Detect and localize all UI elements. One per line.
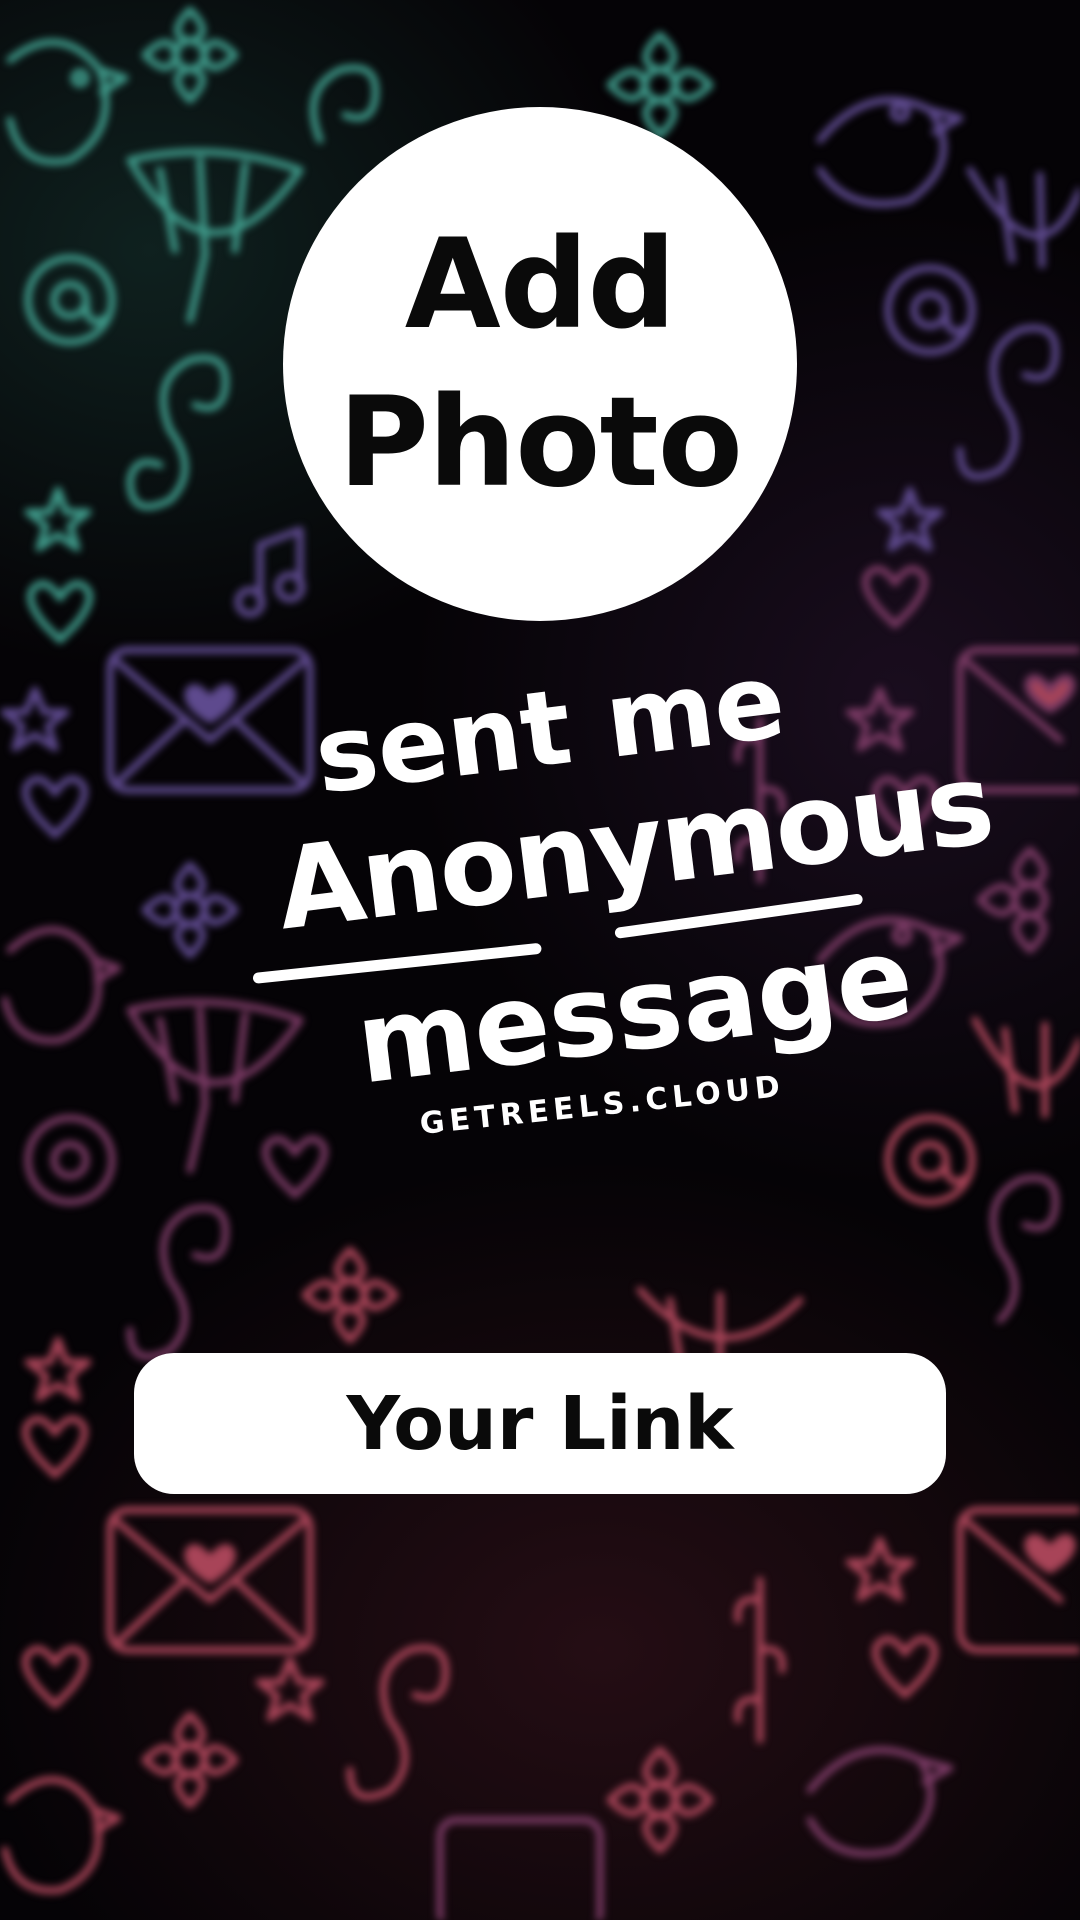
swirl-icon <box>734 1576 786 1744</box>
flower-icon <box>141 6 239 104</box>
heart-icon <box>27 580 93 644</box>
star-icon <box>24 1336 92 1402</box>
at-sign-icon <box>884 1114 976 1206</box>
flower-icon <box>606 31 714 139</box>
flower-icon <box>126 148 304 324</box>
swirl-icon <box>346 1644 450 1801</box>
add-photo-button[interactable]: Add Photo <box>283 107 797 621</box>
story-canvas: Add Photo sent me Anonymous message GETR… <box>0 0 1080 1920</box>
heart-icon <box>872 1635 938 1699</box>
bird-icon <box>6 38 129 166</box>
heart-icon <box>22 1645 88 1709</box>
swirl-icon <box>126 354 230 511</box>
flower-icon <box>301 1246 399 1344</box>
star-icon <box>876 486 944 552</box>
envelope-icon <box>436 1816 604 1920</box>
your-link-button[interactable]: Your Link <box>134 1353 946 1494</box>
bird-icon <box>1 1776 122 1894</box>
flower-icon <box>141 1711 239 1809</box>
swirl-icon <box>309 64 380 144</box>
at-sign-icon <box>24 1114 116 1206</box>
headline: sent me Anonymous message GETREELS.CLOUD <box>240 639 999 1210</box>
flower-icon <box>966 166 1080 269</box>
headline-line-3: message <box>350 912 920 1110</box>
music-note-icon <box>234 526 306 618</box>
bird-icon <box>1 926 122 1044</box>
flower-icon <box>971 1016 1080 1119</box>
star-icon <box>845 1536 915 1602</box>
at-sign-icon <box>24 254 116 346</box>
star-icon <box>255 1656 325 1722</box>
heart-icon <box>862 565 928 629</box>
envelope-icon <box>956 1506 1080 1654</box>
flower-icon <box>141 861 239 959</box>
swirl-icon <box>126 1204 230 1361</box>
swirl-icon <box>989 1174 1060 1324</box>
bird-icon <box>806 1746 954 1858</box>
heart-icon <box>22 775 88 839</box>
bird-icon <box>816 96 964 208</box>
heart-icon <box>22 1415 88 1479</box>
envelope-icon <box>106 1506 314 1654</box>
star-icon <box>24 486 92 552</box>
flower-icon <box>606 1746 714 1854</box>
add-photo-label: Add Photo <box>338 213 743 515</box>
at-sign-icon <box>884 264 976 356</box>
swirl-icon <box>956 324 1060 481</box>
star-icon <box>0 686 70 752</box>
